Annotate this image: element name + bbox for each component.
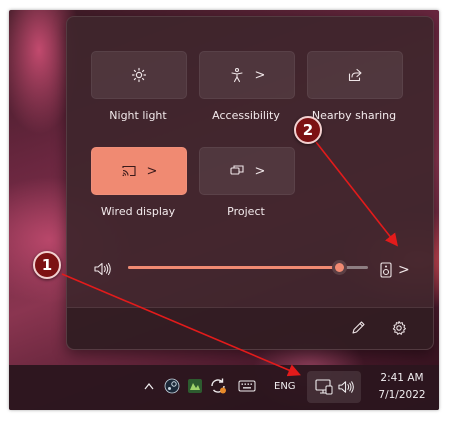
clock-time[interactable]: 2:41 AM xyxy=(377,372,427,384)
monitor-icon xyxy=(315,379,333,395)
nearby-sharing-tile[interactable] xyxy=(307,51,403,99)
accessibility-icon xyxy=(230,67,243,83)
volume-tray-icon xyxy=(338,381,354,393)
quick-settings-panel: > Night light Accessibility Nearby shari… xyxy=(66,16,434,350)
speaker-icon[interactable] xyxy=(94,262,112,276)
annotation-marker-2: 2 xyxy=(294,116,322,144)
chevron-right-icon[interactable]: > xyxy=(255,165,266,178)
wired-display-tile[interactable]: > xyxy=(91,147,187,195)
desktop-screenshot: > Night light Accessibility Nearby shari… xyxy=(9,10,439,410)
project-tile[interactable]: > xyxy=(199,147,295,195)
project-label: Project xyxy=(227,205,265,218)
volume-slider[interactable] xyxy=(128,260,368,275)
annotation-marker-1: 1 xyxy=(33,251,61,279)
chevron-right-icon[interactable]: > xyxy=(147,165,158,178)
language-indicator[interactable]: ENG xyxy=(274,381,296,392)
night-light-label: Night light xyxy=(109,109,167,122)
accessibility-tile[interactable]: > xyxy=(199,51,295,99)
clock-date[interactable]: 7/1/2022 xyxy=(375,389,429,401)
taskbar: ENG 2:41 AM 7/1/2022 xyxy=(9,365,439,410)
volume-output-chevron-icon[interactable]: > xyxy=(398,263,410,277)
sun-icon xyxy=(131,67,147,83)
night-light-tile[interactable] xyxy=(91,51,187,99)
quick-settings-footer xyxy=(67,308,433,349)
volume-fill xyxy=(128,266,340,269)
sync-icon[interactable] xyxy=(209,377,227,395)
project-icon xyxy=(229,165,244,175)
app-icon[interactable] xyxy=(187,378,203,394)
wired-display-label: Wired display xyxy=(100,205,176,218)
gear-icon[interactable] xyxy=(391,320,407,336)
share-icon xyxy=(348,68,362,82)
chevron-up-icon[interactable] xyxy=(144,382,154,390)
cast-icon xyxy=(121,165,136,177)
audio-output-icon[interactable] xyxy=(380,262,392,278)
pencil-icon[interactable] xyxy=(351,320,366,335)
system-tray-quick-settings-button[interactable] xyxy=(307,371,361,403)
chevron-right-icon[interactable]: > xyxy=(255,69,266,82)
volume-thumb[interactable] xyxy=(332,260,348,275)
steam-icon[interactable] xyxy=(164,378,180,394)
keyboard-icon[interactable] xyxy=(238,380,256,392)
accessibility-label: Accessibility xyxy=(212,109,280,122)
